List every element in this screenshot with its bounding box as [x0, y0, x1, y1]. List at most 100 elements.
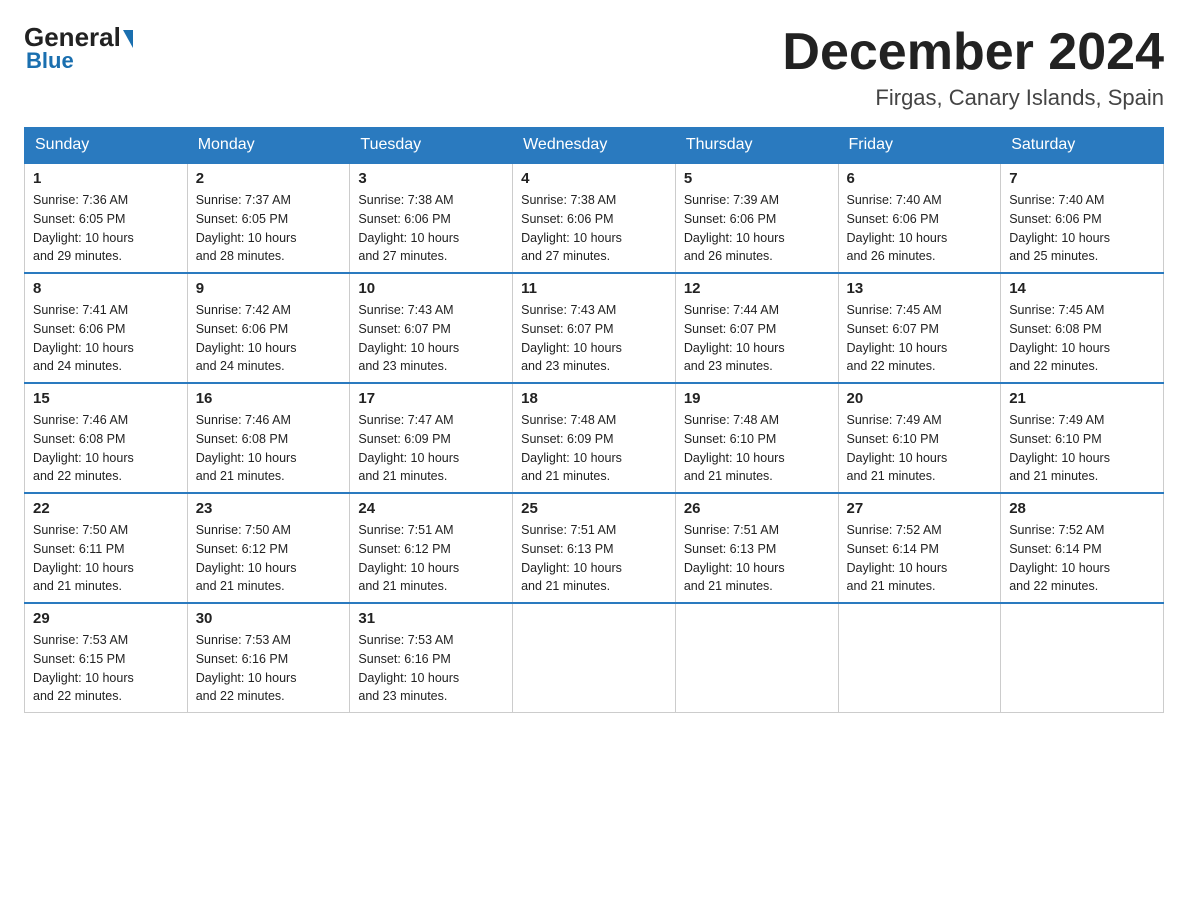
calendar-cell: 17 Sunrise: 7:47 AM Sunset: 6:09 PM Dayl…: [350, 383, 513, 493]
day-number: 21: [1009, 390, 1155, 407]
week-row-3: 15 Sunrise: 7:46 AM Sunset: 6:08 PM Dayl…: [25, 383, 1164, 493]
header-monday: Monday: [187, 128, 350, 164]
calendar-cell: 22 Sunrise: 7:50 AM Sunset: 6:11 PM Dayl…: [25, 493, 188, 603]
calendar-cell: 14 Sunrise: 7:45 AM Sunset: 6:08 PM Dayl…: [1001, 273, 1164, 383]
header-saturday: Saturday: [1001, 128, 1164, 164]
day-info: Sunrise: 7:41 AM Sunset: 6:06 PM Dayligh…: [33, 301, 179, 376]
calendar-cell: 21 Sunrise: 7:49 AM Sunset: 6:10 PM Dayl…: [1001, 383, 1164, 493]
day-info: Sunrise: 7:38 AM Sunset: 6:06 PM Dayligh…: [521, 191, 667, 266]
logo-blue-text: Blue: [26, 48, 74, 74]
calendar-cell: 1 Sunrise: 7:36 AM Sunset: 6:05 PM Dayli…: [25, 163, 188, 273]
calendar-cell: 6 Sunrise: 7:40 AM Sunset: 6:06 PM Dayli…: [838, 163, 1001, 273]
calendar-cell: 26 Sunrise: 7:51 AM Sunset: 6:13 PM Dayl…: [675, 493, 838, 603]
calendar-cell: 8 Sunrise: 7:41 AM Sunset: 6:06 PM Dayli…: [25, 273, 188, 383]
day-number: 6: [847, 170, 993, 187]
day-info: Sunrise: 7:43 AM Sunset: 6:07 PM Dayligh…: [358, 301, 504, 376]
day-info: Sunrise: 7:48 AM Sunset: 6:10 PM Dayligh…: [684, 411, 830, 486]
month-title: December 2024: [782, 24, 1164, 81]
calendar-cell: [1001, 603, 1164, 713]
header-friday: Friday: [838, 128, 1001, 164]
calendar-cell: 19 Sunrise: 7:48 AM Sunset: 6:10 PM Dayl…: [675, 383, 838, 493]
day-info: Sunrise: 7:46 AM Sunset: 6:08 PM Dayligh…: [33, 411, 179, 486]
week-row-2: 8 Sunrise: 7:41 AM Sunset: 6:06 PM Dayli…: [25, 273, 1164, 383]
day-number: 23: [196, 500, 342, 517]
header-thursday: Thursday: [675, 128, 838, 164]
day-number: 28: [1009, 500, 1155, 517]
day-number: 15: [33, 390, 179, 407]
day-info: Sunrise: 7:43 AM Sunset: 6:07 PM Dayligh…: [521, 301, 667, 376]
day-info: Sunrise: 7:53 AM Sunset: 6:15 PM Dayligh…: [33, 631, 179, 706]
day-number: 26: [684, 500, 830, 517]
calendar-cell: 4 Sunrise: 7:38 AM Sunset: 6:06 PM Dayli…: [513, 163, 676, 273]
calendar-cell: 24 Sunrise: 7:51 AM Sunset: 6:12 PM Dayl…: [350, 493, 513, 603]
day-info: Sunrise: 7:51 AM Sunset: 6:12 PM Dayligh…: [358, 521, 504, 596]
day-number: 7: [1009, 170, 1155, 187]
calendar-cell: 15 Sunrise: 7:46 AM Sunset: 6:08 PM Dayl…: [25, 383, 188, 493]
day-number: 4: [521, 170, 667, 187]
day-number: 1: [33, 170, 179, 187]
logo: General Blue: [24, 24, 133, 74]
calendar-table: Sunday Monday Tuesday Wednesday Thursday…: [24, 127, 1164, 713]
day-number: 31: [358, 610, 504, 627]
header-wednesday: Wednesday: [513, 128, 676, 164]
calendar-cell: 5 Sunrise: 7:39 AM Sunset: 6:06 PM Dayli…: [675, 163, 838, 273]
day-number: 24: [358, 500, 504, 517]
logo-triangle-icon: [123, 30, 133, 48]
day-number: 8: [33, 280, 179, 297]
day-info: Sunrise: 7:51 AM Sunset: 6:13 PM Dayligh…: [684, 521, 830, 596]
day-number: 17: [358, 390, 504, 407]
day-info: Sunrise: 7:36 AM Sunset: 6:05 PM Dayligh…: [33, 191, 179, 266]
day-info: Sunrise: 7:38 AM Sunset: 6:06 PM Dayligh…: [358, 191, 504, 266]
calendar-cell: 13 Sunrise: 7:45 AM Sunset: 6:07 PM Dayl…: [838, 273, 1001, 383]
calendar-cell: 7 Sunrise: 7:40 AM Sunset: 6:06 PM Dayli…: [1001, 163, 1164, 273]
day-number: 10: [358, 280, 504, 297]
calendar-cell: 27 Sunrise: 7:52 AM Sunset: 6:14 PM Dayl…: [838, 493, 1001, 603]
day-number: 2: [196, 170, 342, 187]
logo-general-text: General: [24, 24, 121, 50]
day-number: 3: [358, 170, 504, 187]
day-number: 25: [521, 500, 667, 517]
day-info: Sunrise: 7:40 AM Sunset: 6:06 PM Dayligh…: [847, 191, 993, 266]
header-tuesday: Tuesday: [350, 128, 513, 164]
day-info: Sunrise: 7:49 AM Sunset: 6:10 PM Dayligh…: [1009, 411, 1155, 486]
day-number: 27: [847, 500, 993, 517]
day-number: 14: [1009, 280, 1155, 297]
day-info: Sunrise: 7:49 AM Sunset: 6:10 PM Dayligh…: [847, 411, 993, 486]
day-number: 29: [33, 610, 179, 627]
calendar-cell: 9 Sunrise: 7:42 AM Sunset: 6:06 PM Dayli…: [187, 273, 350, 383]
calendar-cell: 3 Sunrise: 7:38 AM Sunset: 6:06 PM Dayli…: [350, 163, 513, 273]
day-info: Sunrise: 7:48 AM Sunset: 6:09 PM Dayligh…: [521, 411, 667, 486]
day-info: Sunrise: 7:37 AM Sunset: 6:05 PM Dayligh…: [196, 191, 342, 266]
day-info: Sunrise: 7:52 AM Sunset: 6:14 PM Dayligh…: [847, 521, 993, 596]
day-info: Sunrise: 7:39 AM Sunset: 6:06 PM Dayligh…: [684, 191, 830, 266]
calendar-cell: [838, 603, 1001, 713]
page-header: General Blue December 2024 Firgas, Canar…: [24, 24, 1164, 111]
calendar-cell: [513, 603, 676, 713]
calendar-cell: 10 Sunrise: 7:43 AM Sunset: 6:07 PM Dayl…: [350, 273, 513, 383]
calendar-cell: 25 Sunrise: 7:51 AM Sunset: 6:13 PM Dayl…: [513, 493, 676, 603]
calendar-cell: 31 Sunrise: 7:53 AM Sunset: 6:16 PM Dayl…: [350, 603, 513, 713]
day-number: 16: [196, 390, 342, 407]
day-number: 20: [847, 390, 993, 407]
day-number: 19: [684, 390, 830, 407]
week-row-5: 29 Sunrise: 7:53 AM Sunset: 6:15 PM Dayl…: [25, 603, 1164, 713]
calendar-cell: 23 Sunrise: 7:50 AM Sunset: 6:12 PM Dayl…: [187, 493, 350, 603]
day-info: Sunrise: 7:45 AM Sunset: 6:07 PM Dayligh…: [847, 301, 993, 376]
day-info: Sunrise: 7:45 AM Sunset: 6:08 PM Dayligh…: [1009, 301, 1155, 376]
title-block: December 2024 Firgas, Canary Islands, Sp…: [782, 24, 1164, 111]
day-number: 22: [33, 500, 179, 517]
day-number: 12: [684, 280, 830, 297]
day-info: Sunrise: 7:50 AM Sunset: 6:11 PM Dayligh…: [33, 521, 179, 596]
week-row-4: 22 Sunrise: 7:50 AM Sunset: 6:11 PM Dayl…: [25, 493, 1164, 603]
day-number: 30: [196, 610, 342, 627]
calendar-cell: 11 Sunrise: 7:43 AM Sunset: 6:07 PM Dayl…: [513, 273, 676, 383]
week-row-1: 1 Sunrise: 7:36 AM Sunset: 6:05 PM Dayli…: [25, 163, 1164, 273]
day-number: 13: [847, 280, 993, 297]
location-text: Firgas, Canary Islands, Spain: [782, 85, 1164, 111]
day-info: Sunrise: 7:46 AM Sunset: 6:08 PM Dayligh…: [196, 411, 342, 486]
day-info: Sunrise: 7:50 AM Sunset: 6:12 PM Dayligh…: [196, 521, 342, 596]
day-number: 18: [521, 390, 667, 407]
day-info: Sunrise: 7:42 AM Sunset: 6:06 PM Dayligh…: [196, 301, 342, 376]
day-info: Sunrise: 7:52 AM Sunset: 6:14 PM Dayligh…: [1009, 521, 1155, 596]
day-number: 9: [196, 280, 342, 297]
